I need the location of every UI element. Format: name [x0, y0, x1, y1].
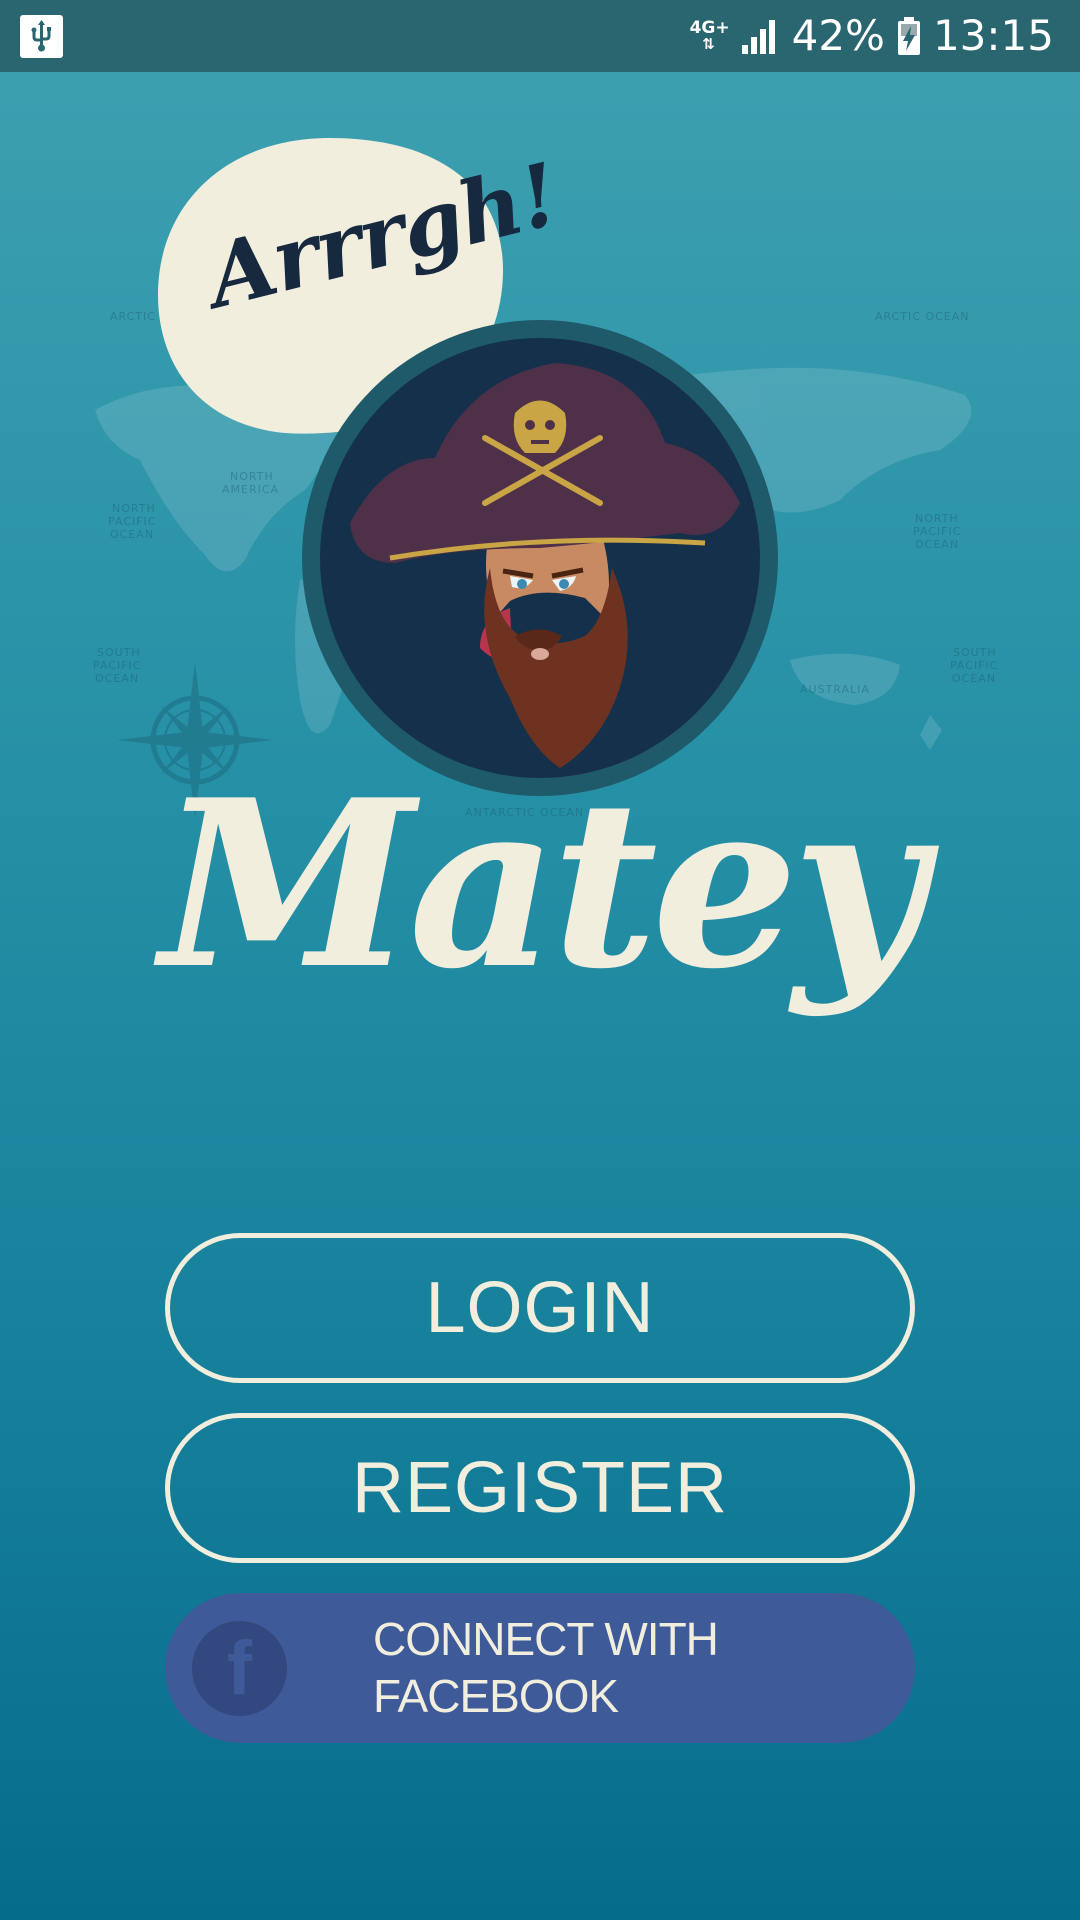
clock: 13:15 — [932, 11, 1054, 60]
svg-text:ARCTIC: ARCTIC — [110, 310, 156, 323]
svg-text:NORTH: NORTH — [112, 502, 156, 515]
svg-text:OCEAN: OCEAN — [95, 672, 139, 685]
pirate-captain-icon — [302, 320, 778, 796]
svg-text:NORTH: NORTH — [230, 470, 274, 483]
login-button-label: LOGIN — [425, 1268, 655, 1348]
facebook-icon-letter: f — [226, 1625, 253, 1711]
svg-text:NORTH: NORTH — [915, 512, 959, 525]
usb-icon — [20, 15, 63, 58]
app-title: Matey — [160, 750, 926, 1020]
svg-text:PACIFIC: PACIFIC — [913, 525, 961, 538]
network-4g-icon: 4G+ ⇅ — [690, 20, 730, 53]
svg-text:OCEAN: OCEAN — [952, 672, 996, 685]
svg-text:AMERICA: AMERICA — [222, 483, 279, 496]
signal-icon — [741, 20, 775, 54]
register-button[interactable]: REGISTER — [165, 1413, 915, 1563]
svg-text:SOUTH: SOUTH — [953, 646, 997, 659]
battery-percent: 42% — [791, 11, 885, 60]
login-button[interactable]: LOGIN — [165, 1233, 915, 1383]
svg-text:PACIFIC: PACIFIC — [93, 659, 141, 672]
status-bar: 4G+ ⇅ 42% 13:15 — [0, 0, 1080, 72]
svg-text:PACIFIC: PACIFIC — [950, 659, 998, 672]
battery-charging-icon — [897, 17, 920, 55]
svg-text:OCEAN: OCEAN — [915, 538, 959, 551]
data-arrows-icon: ⇅ — [702, 35, 715, 53]
facebook-icon: f — [192, 1621, 287, 1716]
register-button-label: REGISTER — [351, 1448, 729, 1528]
svg-text:ARCTIC OCEAN: ARCTIC OCEAN — [875, 310, 969, 323]
svg-text:SOUTH: SOUTH — [97, 646, 141, 659]
svg-text:OCEAN: OCEAN — [110, 528, 154, 541]
facebook-connect-button[interactable]: f CONNECT WITH FACEBOOK — [165, 1593, 915, 1743]
svg-text:PACIFIC: PACIFIC — [108, 515, 156, 528]
svg-text:AUSTRALIA: AUSTRALIA — [800, 683, 870, 696]
facebook-connect-label: CONNECT WITH FACEBOOK — [373, 1613, 719, 1722]
